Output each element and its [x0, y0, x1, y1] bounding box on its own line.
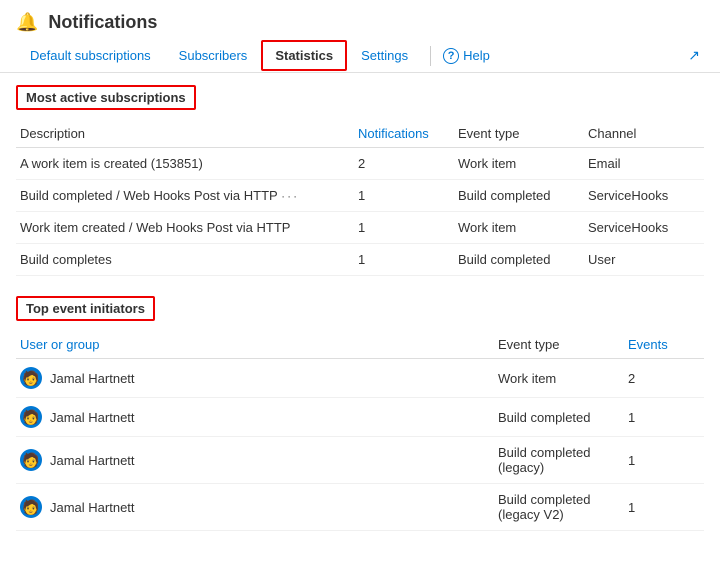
col-initiator-event-type: Event type — [494, 331, 624, 359]
more-options-dots: ··· — [281, 189, 299, 203]
cell-event-type: Work item — [454, 148, 584, 180]
most-active-table-body: A work item is created (153851) 2 Work i… — [16, 148, 704, 276]
navigation-bar: Default subscriptions Subscribers Statis… — [0, 39, 720, 73]
table-row: 🧑 Jamal Hartnett Build completed (legacy… — [16, 437, 704, 484]
most-active-section: Most active subscriptions Description No… — [16, 85, 704, 276]
cell-events: 1 — [624, 437, 704, 484]
help-label: Help — [463, 48, 490, 63]
cell-description: Build completes — [16, 244, 354, 276]
col-event-type: Event type — [454, 120, 584, 148]
table-row: 🧑 Jamal Hartnett Work item 2 — [16, 359, 704, 398]
most-active-header: Most active subscriptions — [16, 85, 196, 110]
table-row: Build completed / Web Hooks Post via HTT… — [16, 180, 704, 212]
top-initiators-header: Top event initiators — [16, 296, 155, 321]
user-name: Jamal Hartnett — [50, 371, 135, 386]
user-name: Jamal Hartnett — [50, 453, 135, 468]
top-initiators-header-row: User or group Event type Events — [16, 331, 704, 359]
page-title: Notifications — [48, 12, 157, 33]
cell-channel: ServiceHooks — [584, 180, 704, 212]
cell-notifications: 1 — [354, 244, 454, 276]
cell-event-type: Work item — [494, 359, 624, 398]
col-description: Description — [16, 120, 354, 148]
cell-notifications: 1 — [354, 212, 454, 244]
cell-event-type: Build completed (legacy V2) — [494, 484, 624, 531]
cell-event-type: Build completed — [494, 398, 624, 437]
avatar: 🧑 — [20, 367, 42, 389]
cell-events: 1 — [624, 398, 704, 437]
cell-user: 🧑 Jamal Hartnett — [16, 484, 494, 531]
col-channel: Channel — [584, 120, 704, 148]
cell-channel: User — [584, 244, 704, 276]
cell-channel: Email — [584, 148, 704, 180]
most-active-table-header-row: Description Notifications Event type Cha… — [16, 120, 704, 148]
help-link[interactable]: ? Help — [439, 40, 494, 72]
avatar: 🧑 — [20, 406, 42, 428]
cell-user: 🧑 Jamal Hartnett — [16, 437, 494, 484]
table-row: A work item is created (153851) 2 Work i… — [16, 148, 704, 180]
cell-events: 2 — [624, 359, 704, 398]
tab-settings[interactable]: Settings — [347, 40, 422, 71]
top-initiators-table: User or group Event type Events 🧑 Jamal … — [16, 331, 704, 531]
col-user-or-group: User or group — [16, 331, 494, 359]
tab-statistics[interactable]: Statistics — [261, 40, 347, 71]
help-icon: ? — [443, 48, 459, 64]
cell-user: 🧑 Jamal Hartnett — [16, 359, 494, 398]
top-initiators-section: Top event initiators User or group Event… — [16, 296, 704, 531]
cell-channel: ServiceHooks — [584, 212, 704, 244]
cell-notifications: 1 — [354, 180, 454, 212]
table-row: Work item created / Web Hooks Post via H… — [16, 212, 704, 244]
avatar: 🧑 — [20, 496, 42, 518]
col-notifications: Notifications — [354, 120, 454, 148]
table-row: Build completes 1 Build completed User — [16, 244, 704, 276]
cell-description: Work item created / Web Hooks Post via H… — [16, 212, 354, 244]
tab-subscribers[interactable]: Subscribers — [165, 40, 262, 71]
cell-events: 1 — [624, 484, 704, 531]
user-name: Jamal Hartnett — [50, 500, 135, 515]
main-content: Most active subscriptions Description No… — [0, 73, 720, 563]
avatar: 🧑 — [20, 449, 42, 471]
expand-icon[interactable]: ↗ — [684, 39, 704, 72]
cell-event-type: Work item — [454, 212, 584, 244]
page-header: 🔔 Notifications — [0, 0, 720, 39]
cell-event-type: Build completed — [454, 180, 584, 212]
bell-icon: 🔔 — [16, 12, 38, 33]
most-active-table: Description Notifications Event type Cha… — [16, 120, 704, 276]
cell-user: 🧑 Jamal Hartnett — [16, 398, 494, 437]
table-row: 🧑 Jamal Hartnett Build completed (legacy… — [16, 484, 704, 531]
table-row: 🧑 Jamal Hartnett Build completed 1 — [16, 398, 704, 437]
tab-default-subscriptions[interactable]: Default subscriptions — [16, 40, 165, 71]
cell-event-type: Build completed (legacy) — [494, 437, 624, 484]
nav-divider — [430, 46, 431, 66]
col-events: Events — [624, 331, 704, 359]
user-name: Jamal Hartnett — [50, 410, 135, 425]
cell-description: Build completed / Web Hooks Post via HTT… — [16, 180, 354, 212]
cell-event-type: Build completed — [454, 244, 584, 276]
cell-notifications: 2 — [354, 148, 454, 180]
cell-description: A work item is created (153851) — [16, 148, 354, 180]
top-initiators-table-body: 🧑 Jamal Hartnett Work item 2 🧑 Jamal Har… — [16, 359, 704, 531]
